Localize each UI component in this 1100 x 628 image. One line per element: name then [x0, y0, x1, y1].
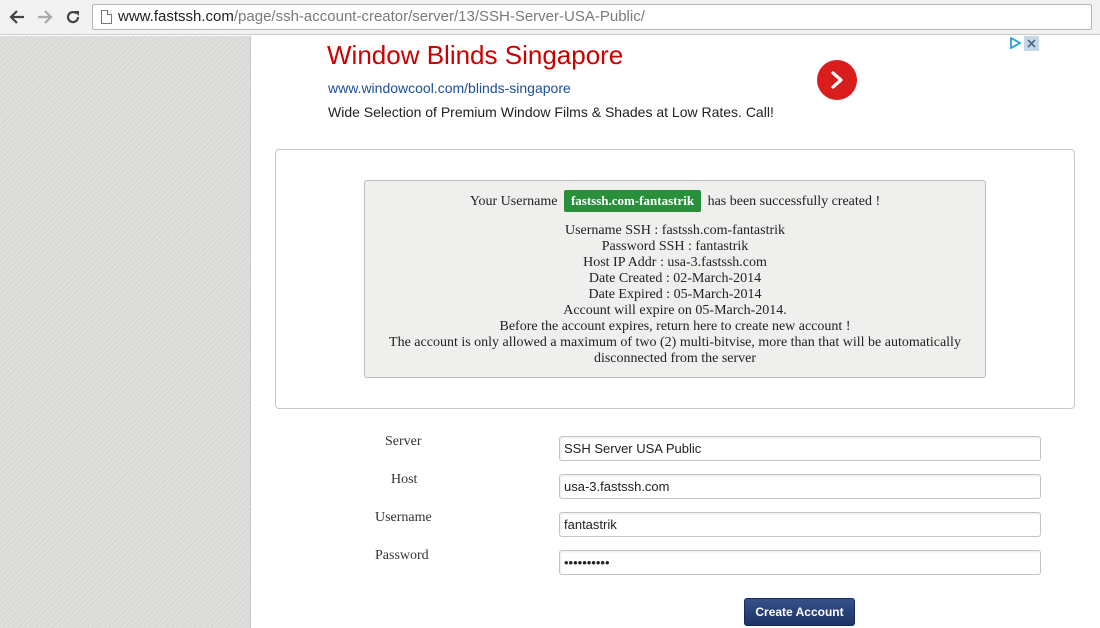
account-created-message: Your Username fastssh.com-fantastrik has…: [365, 190, 985, 212]
detail-password-ssh: Password SSH : fantastrik: [601, 239, 749, 254]
forward-button[interactable]: [34, 6, 56, 28]
username-label: Username: [375, 510, 432, 525]
detail-expire-notice: Account will expire on 05-March-2014.: [563, 303, 787, 318]
url-domain: www.fastssh.com: [118, 8, 234, 25]
detail-username-ssh: Username SSH : fastssh.com-fantastrik: [564, 223, 786, 238]
create-account-button[interactable]: Create Account: [744, 598, 855, 626]
reload-button[interactable]: [62, 6, 84, 28]
detail-date-expired: Date Expired : 05-March-2014: [588, 287, 762, 302]
created-prefix: Your Username: [469, 194, 558, 209]
chevron-right-icon: [831, 71, 843, 89]
server-label: Server: [385, 434, 422, 449]
account-details: Username SSH : fastssh.com-fantastrik Pa…: [373, 223, 977, 367]
left-background-panel: [0, 36, 250, 628]
reload-icon: [66, 10, 80, 24]
ad-go-button[interactable]: [817, 60, 857, 100]
ad-description: Wide Selection of Premium Window Films &…: [328, 104, 774, 120]
username-badge: fastssh.com-fantastrik: [563, 190, 702, 212]
url-text: www.fastssh.com/page/ssh-account-creator…: [118, 8, 645, 25]
host-input[interactable]: [559, 474, 1041, 499]
ad-close-button[interactable]: [1024, 36, 1039, 51]
detail-return-notice: Before the account expires, return here …: [499, 319, 851, 334]
password-input[interactable]: [559, 550, 1041, 575]
account-created-box: Your Username fastssh.com-fantastrik has…: [364, 180, 986, 378]
forward-arrow-icon: [38, 10, 53, 24]
host-label: Host: [391, 472, 418, 487]
ad-url[interactable]: www.windowcool.com/blinds-singapore: [328, 80, 571, 96]
ad-choices-button[interactable]: [1008, 36, 1022, 50]
browser-toolbar: www.fastssh.com/page/ssh-account-creator…: [0, 0, 1100, 35]
back-arrow-icon: [9, 10, 24, 24]
detail-multi-login-notice: The account is only allowed a maximum of…: [389, 335, 961, 366]
detail-host-ip: Host IP Addr : usa-3.fastssh.com: [583, 255, 767, 270]
detail-date-created: Date Created : 02-March-2014: [588, 271, 762, 286]
address-bar[interactable]: www.fastssh.com/page/ssh-account-creator…: [92, 4, 1092, 30]
back-button[interactable]: [6, 6, 28, 28]
server-input[interactable]: [559, 436, 1041, 461]
url-path: /page/ssh-account-creator/server/13/SSH-…: [233, 8, 645, 25]
password-label: Password: [375, 548, 429, 563]
close-icon: [1027, 39, 1036, 48]
page-icon: [101, 10, 112, 24]
username-input[interactable]: [559, 512, 1041, 537]
created-suffix: has been successfully created !: [707, 194, 881, 209]
ad-choices-icon: [1010, 37, 1021, 49]
ad-title[interactable]: Window Blinds Singapore: [327, 40, 623, 71]
